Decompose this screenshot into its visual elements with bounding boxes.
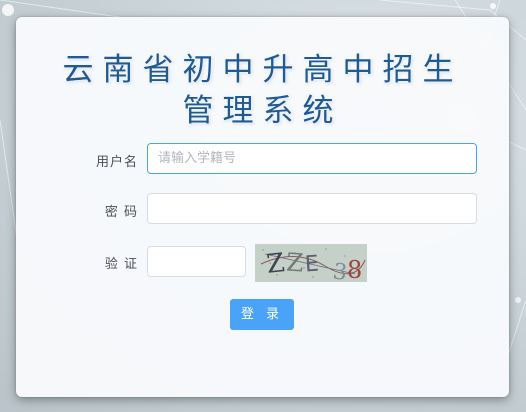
captcha-char: Z — [285, 247, 304, 277]
username-input[interactable] — [147, 143, 477, 174]
captcha-char: 8 — [347, 256, 362, 282]
captcha-char: Z — [265, 248, 286, 280]
login-card: 云南省初中升高中招生 管理系统 用户名 密 码 验 证 Z Z E 3 8 登 … — [16, 17, 509, 397]
captcha-input[interactable] — [147, 246, 246, 277]
password-label: 密 码 — [104, 205, 138, 220]
captcha-image[interactable]: Z Z E 3 8 — [255, 244, 367, 286]
login-button[interactable]: 登 录 — [230, 299, 294, 330]
page-title-line2: 管理系统 — [182, 93, 343, 129]
captcha-label: 验 证 — [104, 257, 138, 272]
password-input[interactable] — [147, 193, 477, 224]
username-label: 用户名 — [95, 155, 138, 170]
captcha-char: 3 — [331, 259, 348, 282]
captcha-graphic: Z Z E 3 8 — [255, 244, 367, 286]
page-title-line1: 云南省初中升高中招生 — [62, 52, 463, 88]
captcha-char: E — [304, 252, 320, 278]
